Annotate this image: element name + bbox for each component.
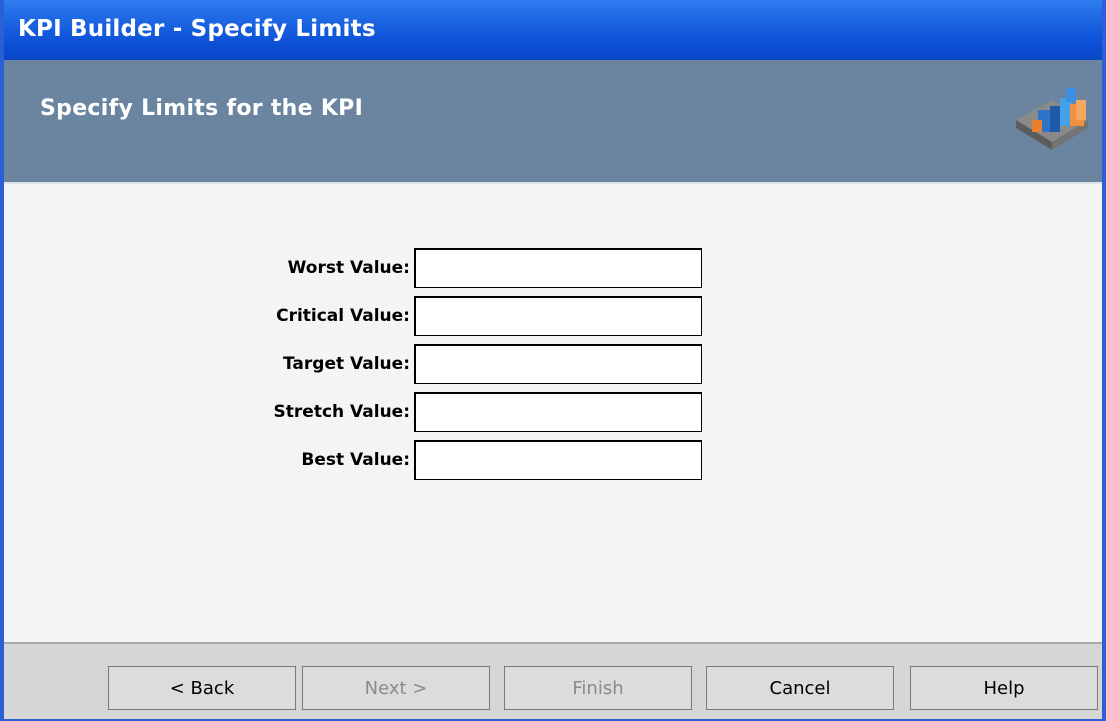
best-value-label: Best Value: bbox=[301, 450, 410, 470]
stretch-value-input[interactable] bbox=[414, 392, 702, 432]
stretch-value-row: Stretch Value: bbox=[4, 392, 1102, 432]
critical-value-row: Critical Value: bbox=[4, 296, 1102, 336]
stretch-value-label: Stretch Value: bbox=[273, 402, 410, 422]
back-button[interactable]: < Back bbox=[108, 666, 296, 710]
finish-button[interactable]: Finish bbox=[504, 666, 692, 710]
critical-value-input[interactable] bbox=[414, 296, 702, 336]
help-button[interactable]: Help bbox=[910, 666, 1098, 710]
worst-value-label: Worst Value: bbox=[287, 258, 410, 278]
button-bar: < Back Next > Finish Cancel Help bbox=[4, 642, 1102, 719]
worst-value-row: Worst Value: bbox=[4, 248, 1102, 288]
title-bar[interactable]: KPI Builder - Specify Limits bbox=[4, 0, 1102, 60]
target-value-row: Target Value: bbox=[4, 344, 1102, 384]
cancel-button[interactable]: Cancel bbox=[706, 666, 894, 710]
target-value-label: Target Value: bbox=[283, 354, 410, 374]
worst-value-input[interactable] bbox=[414, 248, 702, 288]
critical-value-label: Critical Value: bbox=[276, 306, 410, 326]
target-value-input[interactable] bbox=[414, 344, 702, 384]
dialog-window: KPI Builder - Specify Limits Specify Lim… bbox=[0, 0, 1106, 721]
form-area: Worst Value: Critical Value: Target Valu… bbox=[4, 184, 1102, 642]
best-value-row: Best Value: bbox=[4, 440, 1102, 480]
wizard-header: Specify Limits for the KPI bbox=[4, 60, 1102, 184]
best-value-input[interactable] bbox=[414, 440, 702, 480]
next-button[interactable]: Next > bbox=[302, 666, 490, 710]
page-title: Specify Limits for the KPI bbox=[40, 96, 364, 121]
kpi-chart-icon bbox=[1016, 88, 1088, 150]
window-title: KPI Builder - Specify Limits bbox=[18, 16, 376, 42]
